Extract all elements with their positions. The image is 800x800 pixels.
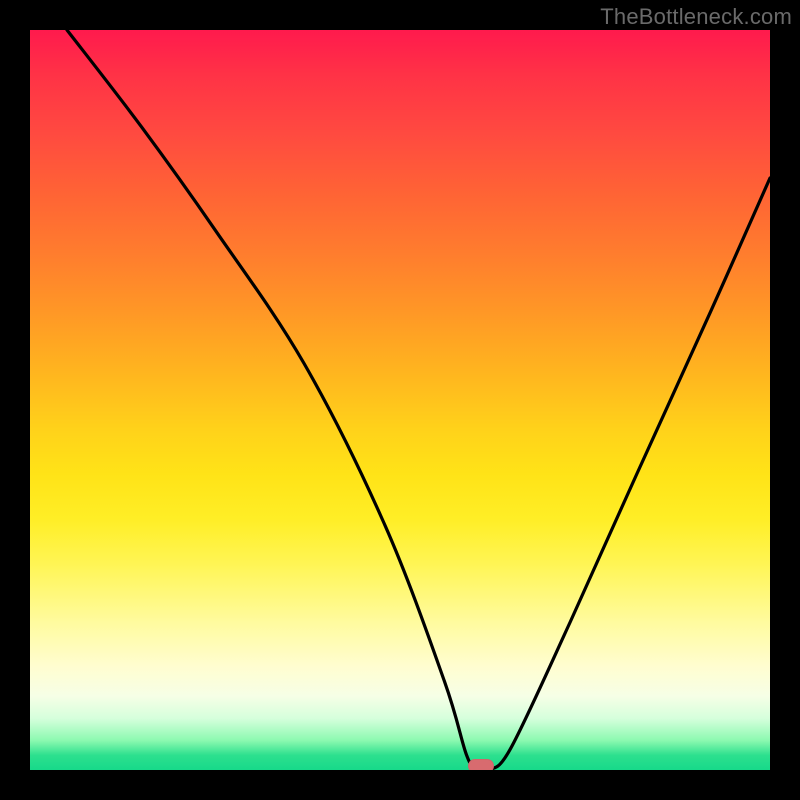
chart-frame: TheBottleneck.com [0,0,800,800]
plot-area [30,30,770,770]
watermark-text: TheBottleneck.com [600,4,792,30]
bottleneck-curve [30,30,770,770]
current-point-marker [468,759,494,770]
